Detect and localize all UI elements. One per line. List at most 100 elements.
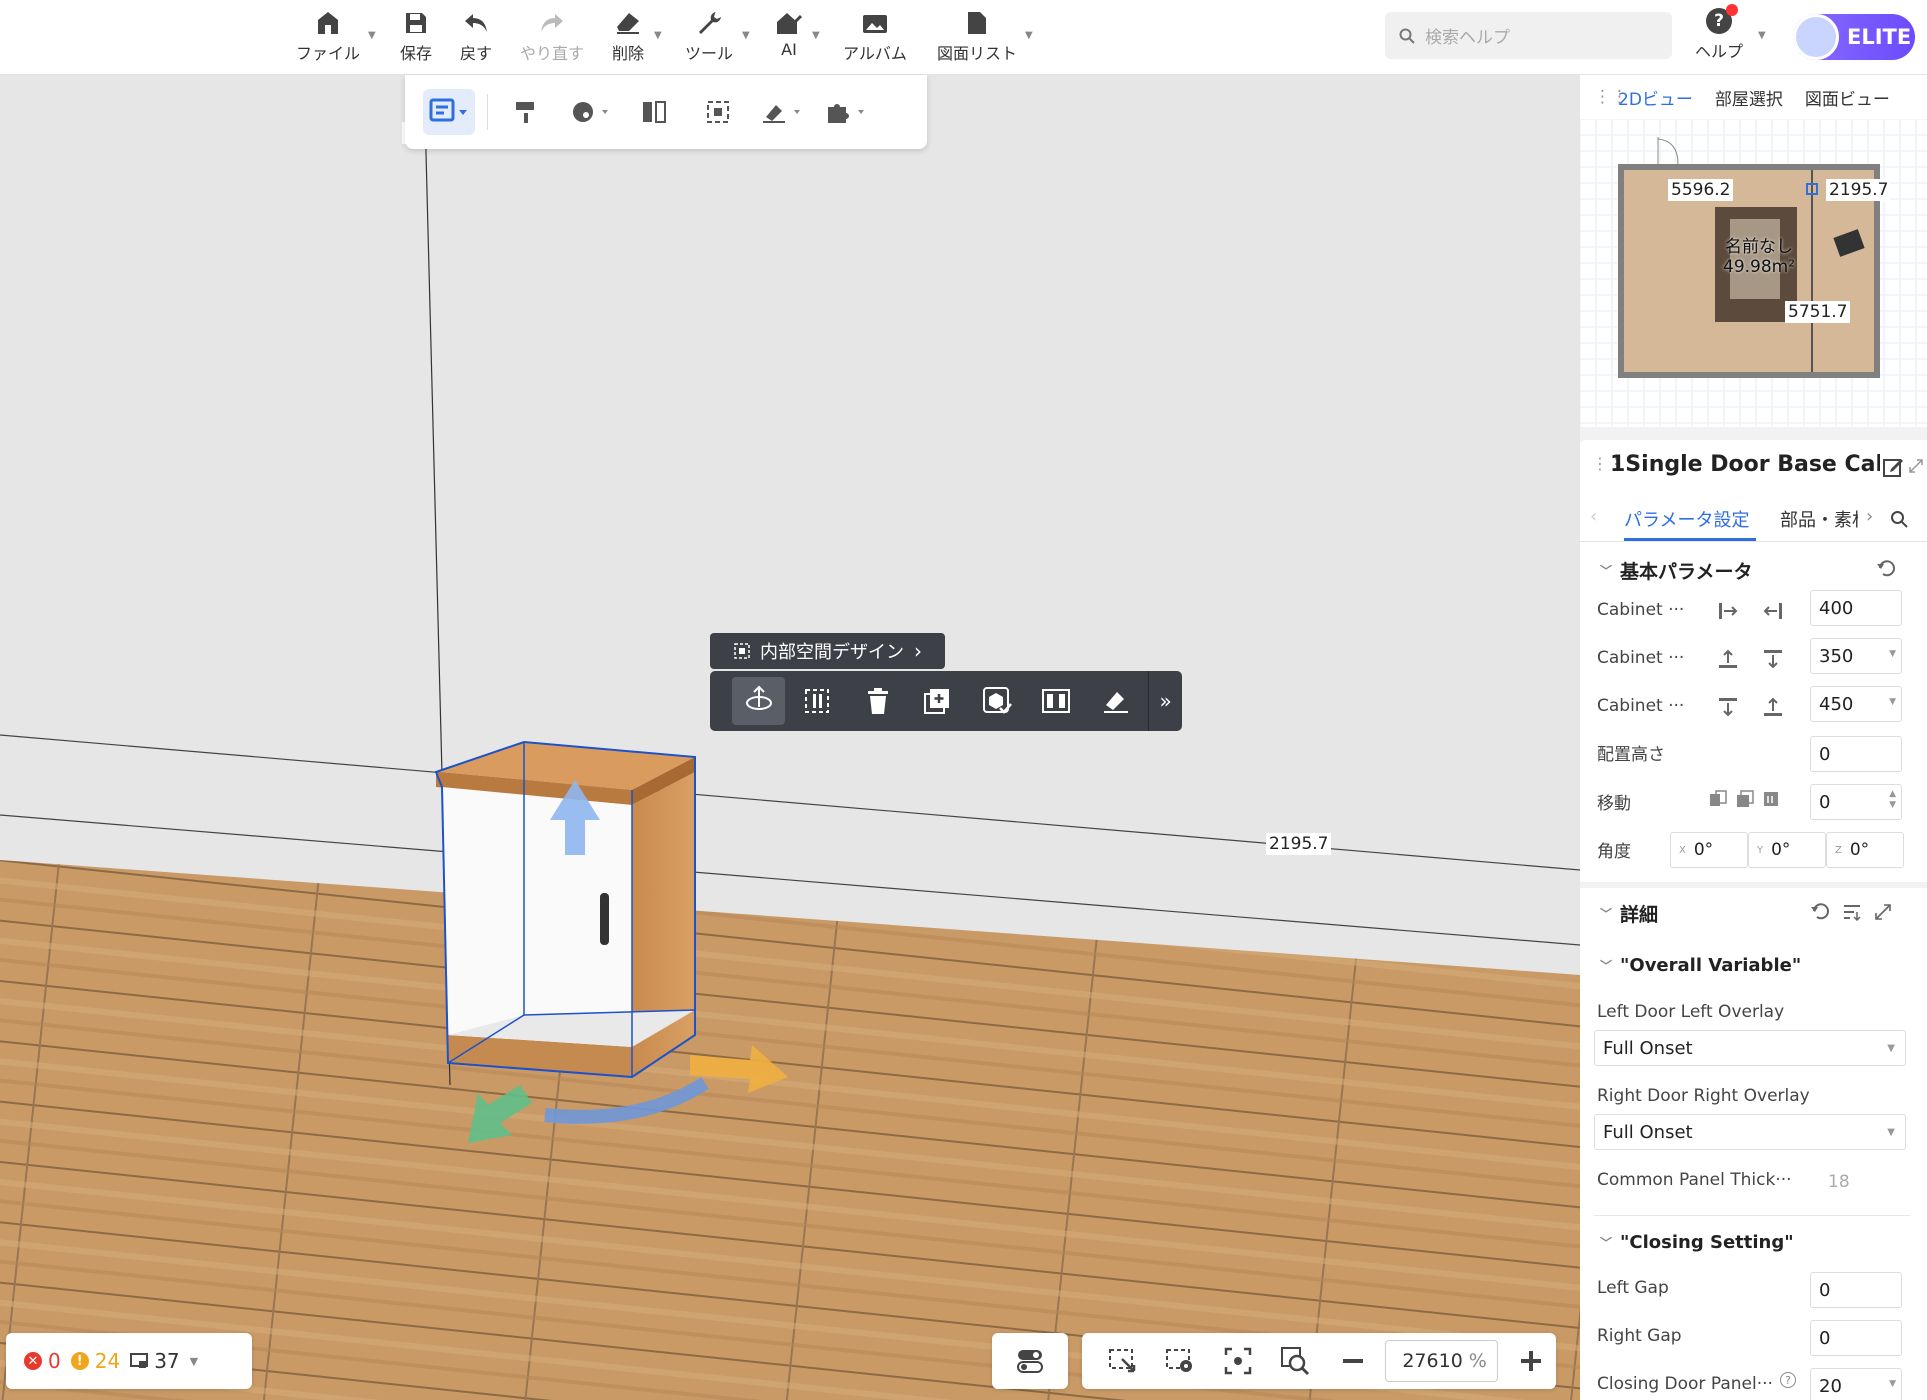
- angle-x-input[interactable]: X 0°: [1670, 832, 1748, 868]
- tab-parts-materials[interactable]: 部品・素材: [1780, 506, 1858, 532]
- floorplan-minimap[interactable]: 5596.2 2195.7 5751.7 名前なし 49.98m²: [1580, 119, 1927, 427]
- stepper-arrows-icon[interactable]: ▲ ▼: [1889, 789, 1896, 811]
- paint-roller-button[interactable]: [500, 89, 552, 135]
- drag-handle-icon[interactable]: ⋮⋮: [1594, 87, 1628, 107]
- more-actions-button[interactable]: »: [1148, 671, 1182, 731]
- left-overlay-select[interactable]: Full Onset ▼: [1594, 1030, 1906, 1066]
- ai-menu-button[interactable]: AI: [774, 8, 804, 59]
- closing-setting-header[interactable]: ﹀ "Closing Setting": [1600, 1232, 1794, 1253]
- tab-drawing-view[interactable]: 図面ビュー: [1805, 85, 1890, 110]
- reset-icon[interactable]: [1810, 903, 1830, 921]
- depth-down-icon[interactable]: [1760, 646, 1786, 672]
- duplicate-button[interactable]: [910, 677, 963, 725]
- material-brush-button[interactable]: [1089, 677, 1142, 725]
- angle-z-input[interactable]: Z 0°: [1826, 832, 1904, 868]
- help-search-input[interactable]: 検索ヘルプ: [1385, 12, 1672, 59]
- minimap-dim-right: 5751.7: [1785, 301, 1851, 323]
- 3d-scene[interactable]: [0, 75, 1580, 1400]
- expand-icon[interactable]: [1874, 903, 1892, 921]
- tools-menu-button[interactable]: ツール: [685, 8, 733, 64]
- chevron-down-icon[interactable]: ▼: [742, 30, 750, 41]
- align-button[interactable]: [791, 677, 844, 725]
- plugin-button[interactable]: [820, 89, 872, 135]
- chevron-down-icon[interactable]: ▼: [1025, 30, 1033, 41]
- move-z-icon[interactable]: [1759, 786, 1785, 812]
- move-x-icon[interactable]: [1705, 786, 1731, 812]
- overall-variable-header[interactable]: ﹀ "Overall Variable": [1600, 955, 1801, 976]
- split-button[interactable]: [1029, 677, 1082, 725]
- file-menu-button[interactable]: ファイル: [296, 8, 360, 64]
- album-button[interactable]: アルバム: [843, 8, 907, 64]
- height-down-icon[interactable]: [1715, 694, 1741, 720]
- undo-icon: [461, 8, 491, 38]
- right-gap-input[interactable]: 0: [1810, 1320, 1902, 1356]
- closing-panel-select[interactable]: 20 ▼: [1810, 1368, 1902, 1400]
- tab-room-select[interactable]: 部屋選択: [1715, 85, 1783, 110]
- expand-icon[interactable]: [1908, 458, 1924, 474]
- chevron-right-icon[interactable]: ›: [1866, 506, 1873, 527]
- issue-status-bar[interactable]: ✕ 0 ! 24 37 ▼: [6, 1333, 252, 1389]
- 3d-viewport[interactable]: 2550 2195.7: [0, 75, 1580, 1400]
- tab-parameters[interactable]: パラメータ設定: [1624, 506, 1749, 532]
- undo-button[interactable]: 戻す: [460, 8, 492, 64]
- cabinet-model[interactable]: [434, 740, 696, 1079]
- depth-up-icon[interactable]: [1715, 646, 1741, 672]
- save-button[interactable]: 保存: [400, 8, 432, 64]
- chevron-down-icon[interactable]: ▼: [1758, 30, 1766, 41]
- zoom-search-button[interactable]: [1270, 1339, 1319, 1383]
- drawing-list-button[interactable]: 図面リスト: [937, 8, 1017, 64]
- height-up-icon[interactable]: [1760, 694, 1786, 720]
- zoom-level-input[interactable]: 27610 %: [1385, 1340, 1499, 1382]
- focus-button[interactable]: [692, 89, 744, 135]
- material-palette-button[interactable]: [564, 89, 616, 135]
- tab-2d-view[interactable]: 2Dビュー: [1618, 85, 1693, 110]
- replace-model-button[interactable]: [970, 677, 1023, 725]
- reset-icon[interactable]: [1876, 560, 1896, 578]
- item-count[interactable]: 37: [130, 1349, 180, 1373]
- sort-icon[interactable]: [1842, 903, 1862, 921]
- chevron-down-icon[interactable]: ▼: [812, 30, 820, 41]
- error-count[interactable]: ✕ 0: [24, 1349, 61, 1373]
- delete-object-button[interactable]: [851, 677, 904, 725]
- object-context-toolbar: »: [710, 671, 1182, 731]
- zoom-to-selection-button[interactable]: [1098, 1339, 1147, 1383]
- width-left-icon[interactable]: [1715, 598, 1741, 624]
- cabinet-width-input[interactable]: 400: [1810, 590, 1902, 626]
- account-elite-badge[interactable]: ELITE: [1793, 14, 1915, 60]
- edit-icon[interactable]: [1882, 456, 1904, 478]
- move-button[interactable]: [732, 677, 786, 725]
- chevron-down-icon[interactable]: ▼: [190, 1355, 198, 1368]
- search-icon[interactable]: [1890, 510, 1908, 528]
- chevron-down-icon[interactable]: ▼: [654, 30, 662, 41]
- left-gap-input[interactable]: 0: [1810, 1272, 1902, 1308]
- display-toggle-button[interactable]: [992, 1333, 1068, 1389]
- placement-height-input[interactable]: 0: [1810, 736, 1902, 772]
- cabinet-height-select[interactable]: 450 ▼: [1810, 686, 1902, 722]
- warning-count[interactable]: ! 24: [70, 1349, 120, 1373]
- fit-view-button[interactable]: [1213, 1339, 1262, 1383]
- redo-button[interactable]: やり直す: [520, 8, 584, 64]
- brush-tool-button[interactable]: [756, 89, 808, 135]
- width-right-icon[interactable]: [1760, 598, 1786, 624]
- move-input[interactable]: 0 ▲ ▼: [1810, 784, 1902, 820]
- chevron-left-icon[interactable]: ‹: [1590, 506, 1597, 527]
- angle-y-input[interactable]: Y 0°: [1748, 832, 1826, 868]
- info-icon[interactable]: ?: [1780, 1372, 1796, 1388]
- detail-header[interactable]: ﹀ 詳細: [1600, 900, 1658, 927]
- mirror-button[interactable]: [628, 89, 680, 135]
- move-y-icon[interactable]: [1732, 786, 1758, 812]
- interior-design-button[interactable]: 内部空間デザイン ›: [710, 633, 945, 669]
- help-button[interactable]: ? ヘルプ: [1695, 4, 1743, 62]
- select-mode-button[interactable]: [423, 89, 475, 135]
- cabinet-depth-select[interactable]: 350 ▼: [1810, 638, 1902, 674]
- delete-button[interactable]: 削除: [612, 8, 644, 64]
- right-overlay-select[interactable]: Full Onset ▼: [1594, 1114, 1906, 1150]
- view-settings-button[interactable]: [1155, 1339, 1204, 1383]
- basic-params-header[interactable]: ﹀ 基本パラメータ: [1600, 557, 1752, 584]
- zoom-in-button[interactable]: [1506, 1339, 1555, 1383]
- puzzle-icon: [828, 104, 864, 123]
- chevron-down-icon[interactable]: ▼: [368, 30, 376, 41]
- minimap-dim-top-right: 2195.7: [1826, 179, 1892, 201]
- floor[interactable]: [0, 860, 1580, 1400]
- zoom-out-button[interactable]: [1328, 1339, 1377, 1383]
